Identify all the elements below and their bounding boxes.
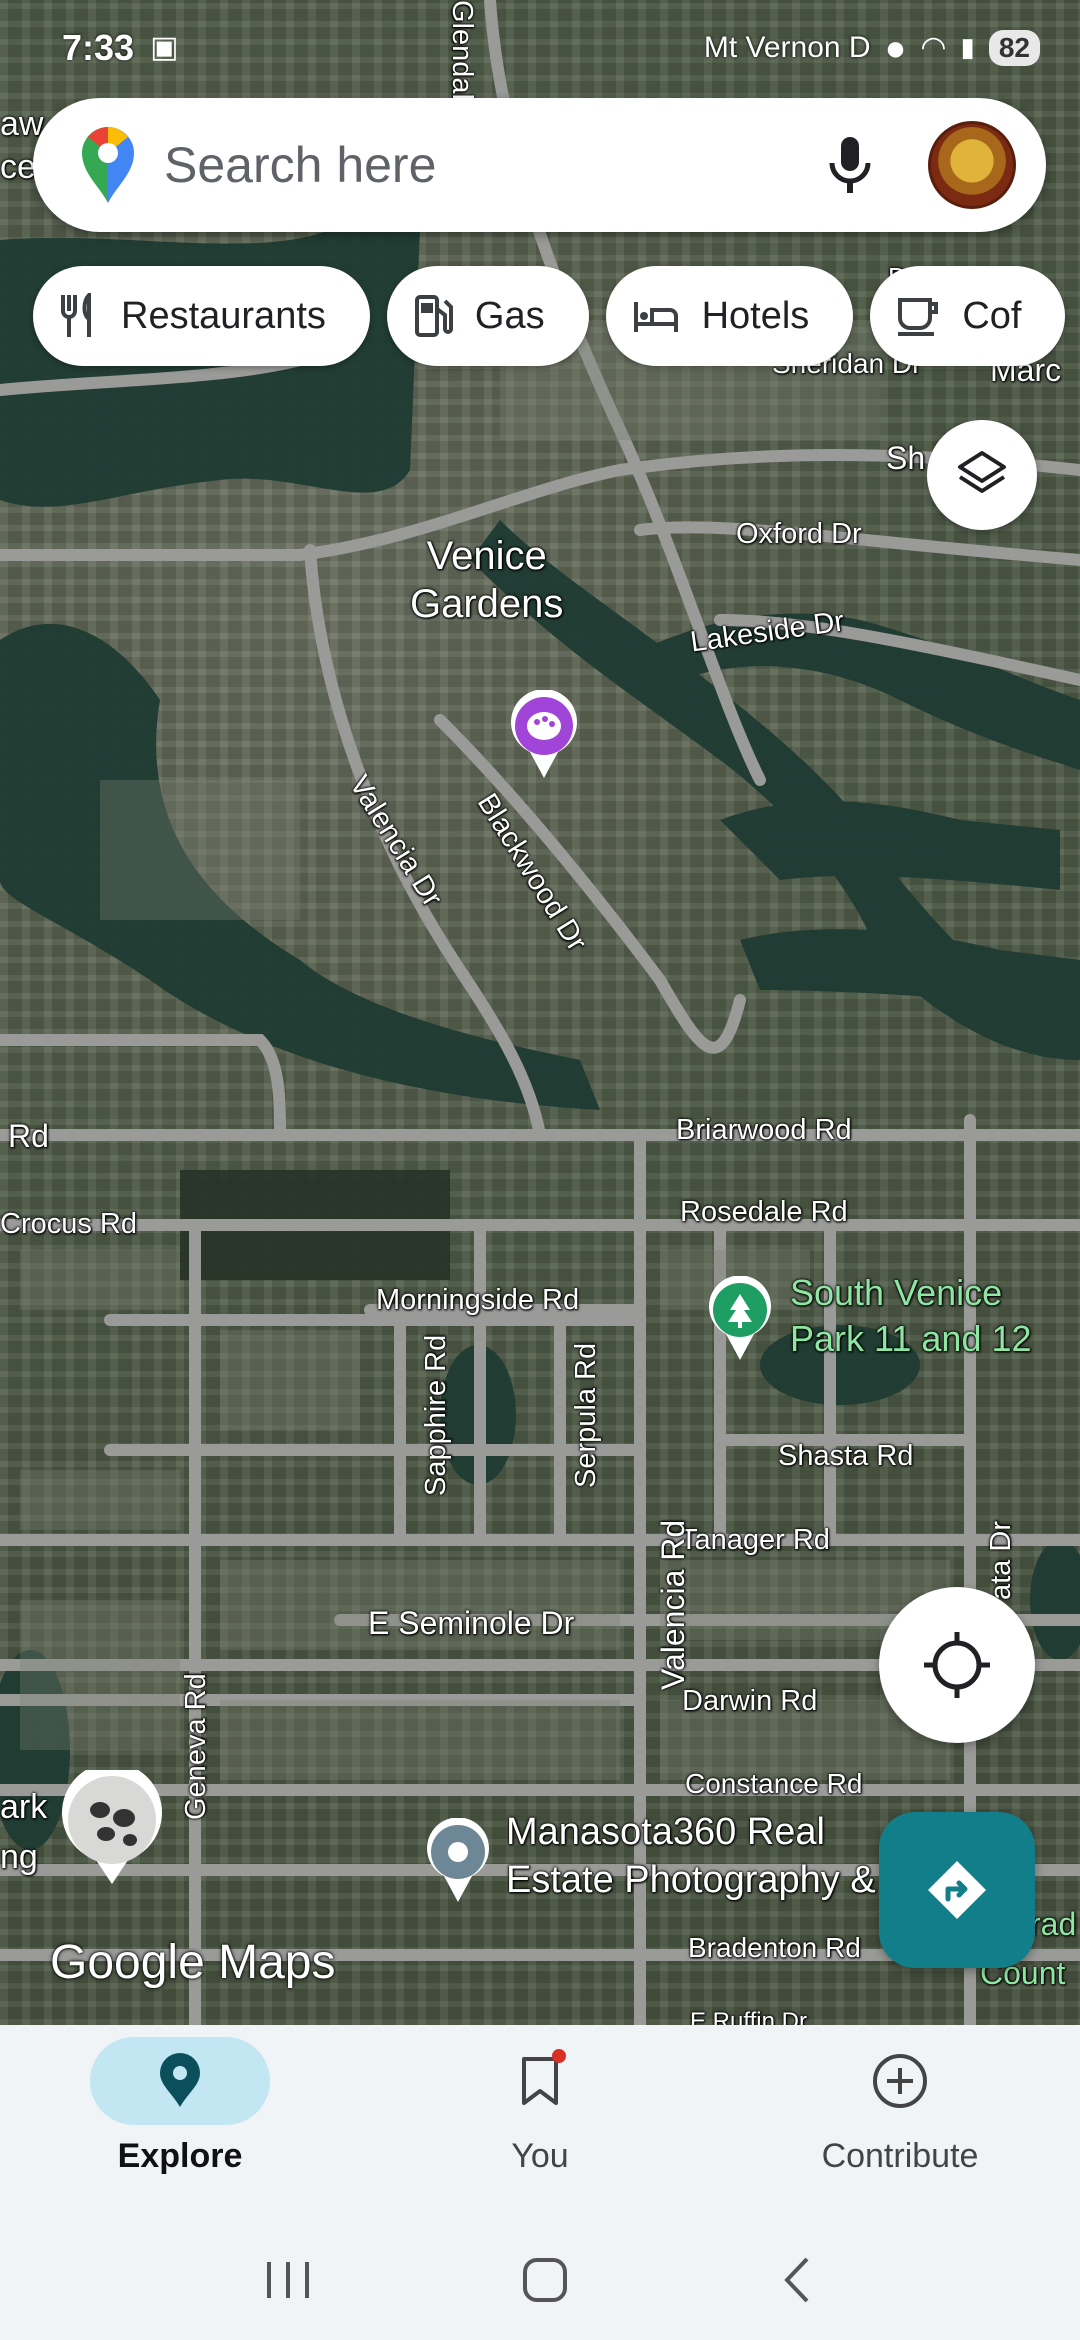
- street-label: Constance Rd: [685, 1768, 863, 1799]
- home-icon[interactable]: [520, 2255, 570, 2305]
- layers-button[interactable]: [927, 420, 1037, 530]
- park-label[interactable]: South Venice Park 11 and 12: [790, 1270, 1032, 1362]
- chip-gas[interactable]: Gas: [386, 266, 589, 366]
- photo-thumbnail-icon: [62, 1770, 162, 1884]
- business-label-line: Manasota360 Real: [506, 1811, 825, 1853]
- chip-label: Restaurants: [121, 294, 326, 337]
- area-label: Venice Gardens: [410, 532, 563, 628]
- status-bar: 7:33 ▣ Mt Vernon D ● ◠ ▮ 82: [0, 0, 1080, 95]
- category-chips: Restaurants Gas Hotels Cof: [33, 266, 1066, 366]
- chip-label: Gas: [474, 294, 545, 337]
- street-label: ng: [0, 1838, 38, 1876]
- nav-you[interactable]: You: [360, 2025, 720, 2220]
- palette-icon: [511, 690, 577, 778]
- directions-button[interactable]: [879, 1812, 1035, 1968]
- crosshair-icon: [924, 1632, 990, 1698]
- street-label: Oxford Dr: [736, 518, 862, 550]
- hotel-bed-icon: [633, 302, 678, 332]
- street-label: Bradenton Rd: [688, 1932, 861, 1963]
- gas-station-icon: [414, 295, 453, 337]
- street-label: Sapphire Rd: [420, 1334, 452, 1496]
- search-bar[interactable]: Search here: [33, 98, 1046, 232]
- nav-icon-wrap: [90, 2037, 270, 2125]
- chip-label: Hotels: [701, 294, 810, 337]
- business-label[interactable]: Manasota360 Real Estate Photography &: [506, 1808, 876, 1904]
- search-placeholder[interactable]: Search here: [164, 136, 820, 194]
- location-pin-icon: [427, 1818, 489, 1902]
- chip-restaurants[interactable]: Restaurants: [33, 266, 370, 366]
- microphone-icon[interactable]: [820, 133, 880, 197]
- account-avatar[interactable]: [928, 121, 1016, 209]
- status-right: Mt Vernon D ● ◠ ▮ 82: [704, 27, 1040, 69]
- add-circle-icon: [873, 2054, 927, 2108]
- street-label: ata Dr: [985, 1521, 1017, 1600]
- nav-label: Contribute: [821, 2137, 979, 2175]
- restaurant-icon: [61, 293, 91, 337]
- battery-indicator: 82: [988, 29, 1040, 66]
- screenshot-icon: ▣: [150, 31, 179, 64]
- google-maps-pin-icon: [82, 127, 134, 203]
- tree-icon: [709, 1276, 771, 1360]
- street-label: Serpula Rd: [570, 1342, 602, 1488]
- chip-hotels[interactable]: Hotels: [605, 266, 854, 366]
- google-maps-logo: Google Maps: [50, 1936, 336, 1989]
- street-label: aw: [0, 105, 44, 143]
- chip-label: Cof: [962, 294, 1022, 337]
- status-time: 7:33: [62, 26, 135, 68]
- street-label: Rd: [8, 1118, 49, 1154]
- area-label-line: Venice: [426, 534, 547, 578]
- nav-explore[interactable]: Explore: [0, 2025, 360, 2220]
- explore-pin-icon: [160, 2053, 200, 2107]
- nav-icon-wrap: [810, 2037, 990, 2125]
- bottom-navigation: Explore You Contribute: [0, 2025, 1080, 2220]
- street-label: Briarwood Rd: [676, 1114, 852, 1146]
- nav-label: You: [511, 2137, 569, 2175]
- street-label: Morningside Rd: [376, 1284, 580, 1316]
- street-label: Crocus Rd: [0, 1208, 137, 1240]
- coffee-cup-icon: [898, 298, 939, 336]
- directions-icon: [928, 1861, 986, 1919]
- nav-label: Explore: [117, 2137, 243, 2175]
- wifi-icon: ◠: [920, 31, 947, 64]
- bookmark-icon: [522, 2057, 558, 2105]
- street-label: Tanager Rd: [680, 1524, 830, 1556]
- chip-coffee[interactable]: Cof: [870, 266, 1066, 366]
- park-label-line: Park 11 and 12: [790, 1318, 1032, 1359]
- recent-apps-icon[interactable]: [263, 2258, 313, 2302]
- park-label-line: South Venice: [790, 1272, 1003, 1313]
- nav-icon-wrap: [450, 2037, 630, 2125]
- street-label: Shasta Rd: [778, 1440, 914, 1472]
- business-label-line: Estate Photography &: [506, 1859, 876, 1901]
- status-location-label: Mt Vernon D: [703, 30, 871, 64]
- street-label: E Seminole Dr: [368, 1605, 575, 1641]
- nav-contribute[interactable]: Contribute: [720, 2025, 1080, 2220]
- street-label: Valencia Rd: [655, 1519, 691, 1690]
- signal-icon: ▮: [960, 32, 975, 62]
- my-location-button[interactable]: [879, 1587, 1035, 1743]
- area-label-line: Gardens: [410, 582, 564, 626]
- street-label: rad: [1030, 1906, 1077, 1942]
- location-icon: ●: [884, 26, 907, 68]
- notification-dot: [552, 2049, 566, 2063]
- street-label: Geneva Rd: [180, 1673, 212, 1820]
- street-label: ark: [0, 1788, 48, 1826]
- layers-icon: [958, 451, 1006, 493]
- system-navigation-bar: [0, 2220, 1080, 2340]
- back-icon[interactable]: [777, 2255, 817, 2305]
- street-label: Darwin Rd: [682, 1685, 818, 1717]
- street-label: E Ruffin Dr: [690, 2008, 807, 2025]
- street-label: Rosedale Rd: [680, 1196, 848, 1228]
